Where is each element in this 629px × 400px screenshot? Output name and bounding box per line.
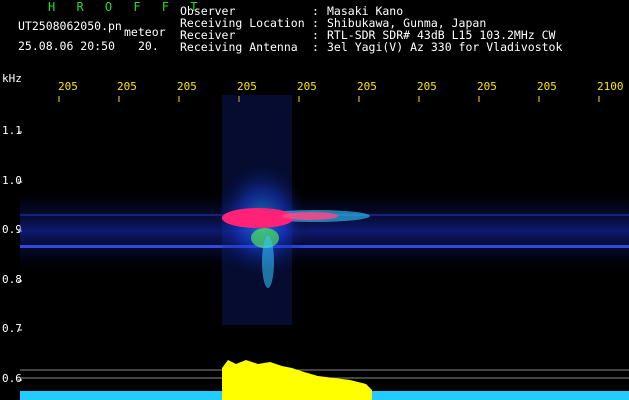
- spectrogram-window: H R O F F T UT2508062050.pn meteor 25.08…: [0, 0, 629, 400]
- carrier-line: [20, 245, 629, 248]
- noise-band: [20, 186, 629, 276]
- echo-lower: [262, 236, 274, 288]
- spectrogram-plot: [18, 95, 629, 400]
- level-burst: [222, 360, 372, 400]
- echo-core: [222, 208, 294, 228]
- echo-core-tail: [282, 212, 338, 220]
- x-axis-ticks: [58, 96, 600, 102]
